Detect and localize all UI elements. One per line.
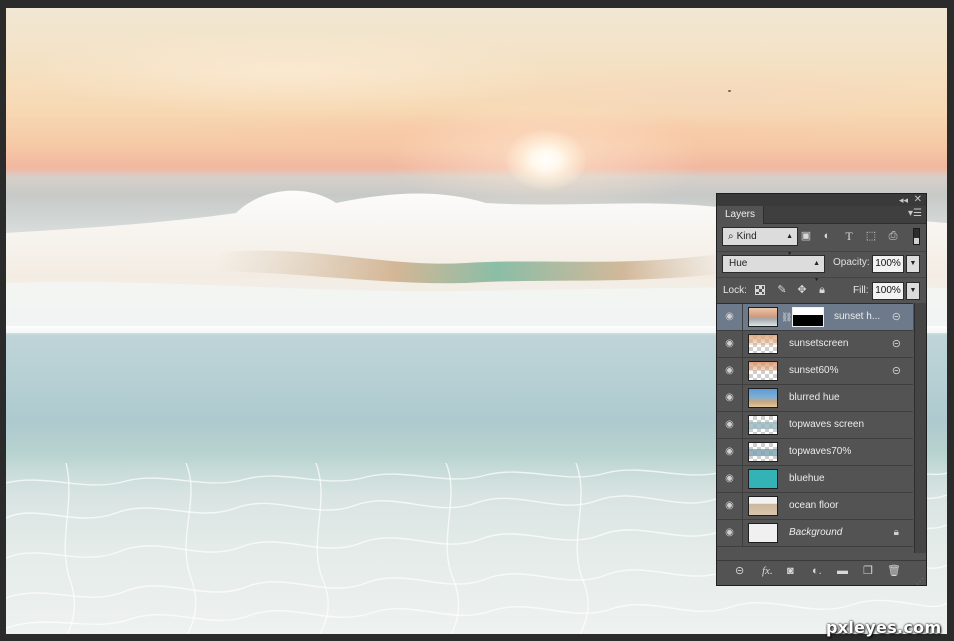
lock-image-pixels-icon[interactable]: ✎ — [775, 283, 789, 297]
link-icon: ⊝ — [891, 365, 901, 377]
blend-mode-value: Hue — [729, 258, 748, 269]
layer-thumbnail — [748, 334, 778, 354]
layer-row[interactable]: ◉ topwaves70% — [717, 439, 913, 466]
layer-row[interactable]: ◉ sunset60% ⊝ — [717, 358, 913, 385]
fill-label: Fill: — [853, 285, 869, 296]
search-icon: ⌕ — [728, 231, 734, 242]
layer-list-scrollbar[interactable] — [914, 303, 926, 553]
collapse-panel-icon[interactable]: ◂◂ — [899, 194, 908, 206]
layers-panel: ◂◂ ✕ Layers ▾☰ ⌕ Kind ▲ ▼ ▣ ◐ T ⬚ ⎙ Hue ▲ ▼… — [716, 193, 927, 586]
opacity-dropdown-button[interactable]: ▼ — [906, 255, 920, 273]
layer-row[interactable]: ◉ ⛓ sunset h... ⊝ — [717, 304, 913, 331]
layer-mask-thumbnail[interactable] — [792, 307, 824, 327]
link-icon: ⊝ — [891, 338, 901, 350]
lock-position-icon[interactable]: ✥ — [795, 283, 809, 297]
fx-icon[interactable]: fx. — [762, 563, 773, 579]
fill-dropdown-button[interactable]: ▼ — [906, 282, 920, 300]
lock-label: Lock: — [723, 285, 747, 296]
smart-object-filter-icon[interactable]: ⎙ — [886, 229, 900, 243]
add-mask-icon[interactable]: ◙ — [787, 563, 794, 579]
filter-toggle-switch[interactable] — [913, 228, 920, 245]
eye-icon[interactable]: ◉ — [717, 331, 743, 357]
eye-icon[interactable]: ◉ — [717, 412, 743, 438]
resize-grip-icon[interactable]: ⋰ — [916, 577, 924, 586]
layer-row[interactable]: ◉ sunsetscreen ⊝ — [717, 331, 913, 358]
link-icon: ⊝ — [891, 311, 901, 323]
eye-icon[interactable]: ◉ — [717, 304, 743, 330]
layer-list: ◉ ⛓ sunset h... ⊝ ◉ sunsetscreen ⊝ ◉ sun… — [717, 303, 913, 553]
tab-layers[interactable]: Layers — [717, 206, 765, 224]
watermark: pxleyes.com — [826, 618, 942, 637]
lock-row: Lock: ✎ ✥ 🔒︎ Fill: 100% ▼ — [717, 277, 926, 301]
layers-bottom-toolbar: ⊝ fx. ◙ ◐. ▬ ❐ 🗑︎ ⋰ — [717, 560, 926, 586]
layer-name: sunset60% — [789, 365, 839, 376]
trash-icon[interactable]: 🗑︎ — [887, 563, 901, 579]
layer-thumbnail — [748, 523, 778, 543]
layer-name: sunsetscreen — [789, 338, 849, 349]
eye-icon[interactable]: ◉ — [717, 358, 743, 384]
blend-row: Hue ▲ ▼ Opacity: 100% ▼ — [717, 251, 926, 283]
layer-row[interactable]: ◉ topwaves screen — [717, 412, 913, 439]
layer-thumbnail — [748, 388, 778, 408]
layer-row[interactable]: ◉ ocean floor — [717, 493, 913, 520]
image-filter-icon[interactable]: ▣ — [799, 229, 813, 243]
panel-titlebar[interactable]: ◂◂ ✕ — [717, 194, 926, 206]
layer-thumbnail — [748, 307, 778, 327]
eye-icon[interactable]: ◉ — [717, 385, 743, 411]
close-icon[interactable]: ✕ — [914, 194, 922, 206]
chain-link-icon[interactable]: ⛓ — [781, 304, 792, 330]
layer-row[interactable]: ◉ blurred hue — [717, 385, 913, 412]
layer-thumbnail — [748, 442, 778, 462]
layer-name: topwaves screen — [789, 419, 865, 430]
folder-icon[interactable]: ▬ — [837, 563, 848, 579]
layer-row[interactable]: ◉ Background 🔒︎ — [717, 520, 913, 547]
blend-mode-select[interactable]: Hue ▲ ▼ — [722, 255, 825, 283]
type-filter-icon[interactable]: T — [842, 229, 856, 243]
layer-thumbnail — [748, 496, 778, 516]
link-layers-icon[interactable]: ⊝ — [735, 563, 744, 579]
distant-bird — [728, 90, 731, 92]
eye-icon[interactable]: ◉ — [717, 493, 743, 519]
eye-icon[interactable]: ◉ — [717, 466, 743, 492]
layer-name: topwaves70% — [789, 446, 852, 457]
layer-thumbnail — [748, 415, 778, 435]
layer-name: bluehue — [789, 473, 825, 484]
lock-all-icon[interactable]: 🔒︎ — [815, 283, 829, 297]
opacity-input[interactable]: 100% — [872, 255, 904, 273]
lock-icon: 🔒︎ — [893, 527, 899, 538]
filter-kind-select[interactable]: ⌕ Kind ▲ ▼ — [722, 227, 798, 257]
layer-name: blurred hue — [789, 392, 840, 403]
layer-name: ocean floor — [789, 500, 839, 511]
layer-thumbnail — [748, 361, 778, 381]
layer-name: Background — [789, 527, 843, 538]
new-layer-icon[interactable]: ❐ — [863, 563, 873, 579]
photoshop-workspace: ◂◂ ✕ Layers ▾☰ ⌕ Kind ▲ ▼ ▣ ◐ T ⬚ ⎙ Hue ▲ ▼… — [0, 0, 954, 641]
layer-filter-row: ⌕ Kind ▲ ▼ ▣ ◐ T ⬚ ⎙ — [717, 226, 926, 257]
fill-input[interactable]: 100% — [872, 282, 904, 300]
layer-thumbnail — [748, 469, 778, 489]
layer-row[interactable]: ◉ bluehue — [717, 466, 913, 493]
panel-menu-icon[interactable]: ▾☰ — [908, 208, 922, 219]
layer-name: sunset h... — [834, 311, 881, 322]
eye-icon[interactable]: ◉ — [717, 439, 743, 465]
eye-icon[interactable]: ◉ — [717, 520, 743, 546]
lock-transparent-pixels-icon[interactable] — [755, 285, 765, 295]
shape-filter-icon[interactable]: ⬚ — [864, 229, 878, 243]
adjustment-filter-icon[interactable]: ◐ — [820, 229, 834, 243]
panel-tabbar: Layers ▾☰ — [717, 206, 926, 224]
opacity-label: Opacity: — [833, 257, 870, 268]
adjustment-layer-icon[interactable]: ◐. — [812, 563, 822, 579]
filter-kind-label: Kind — [736, 231, 757, 242]
